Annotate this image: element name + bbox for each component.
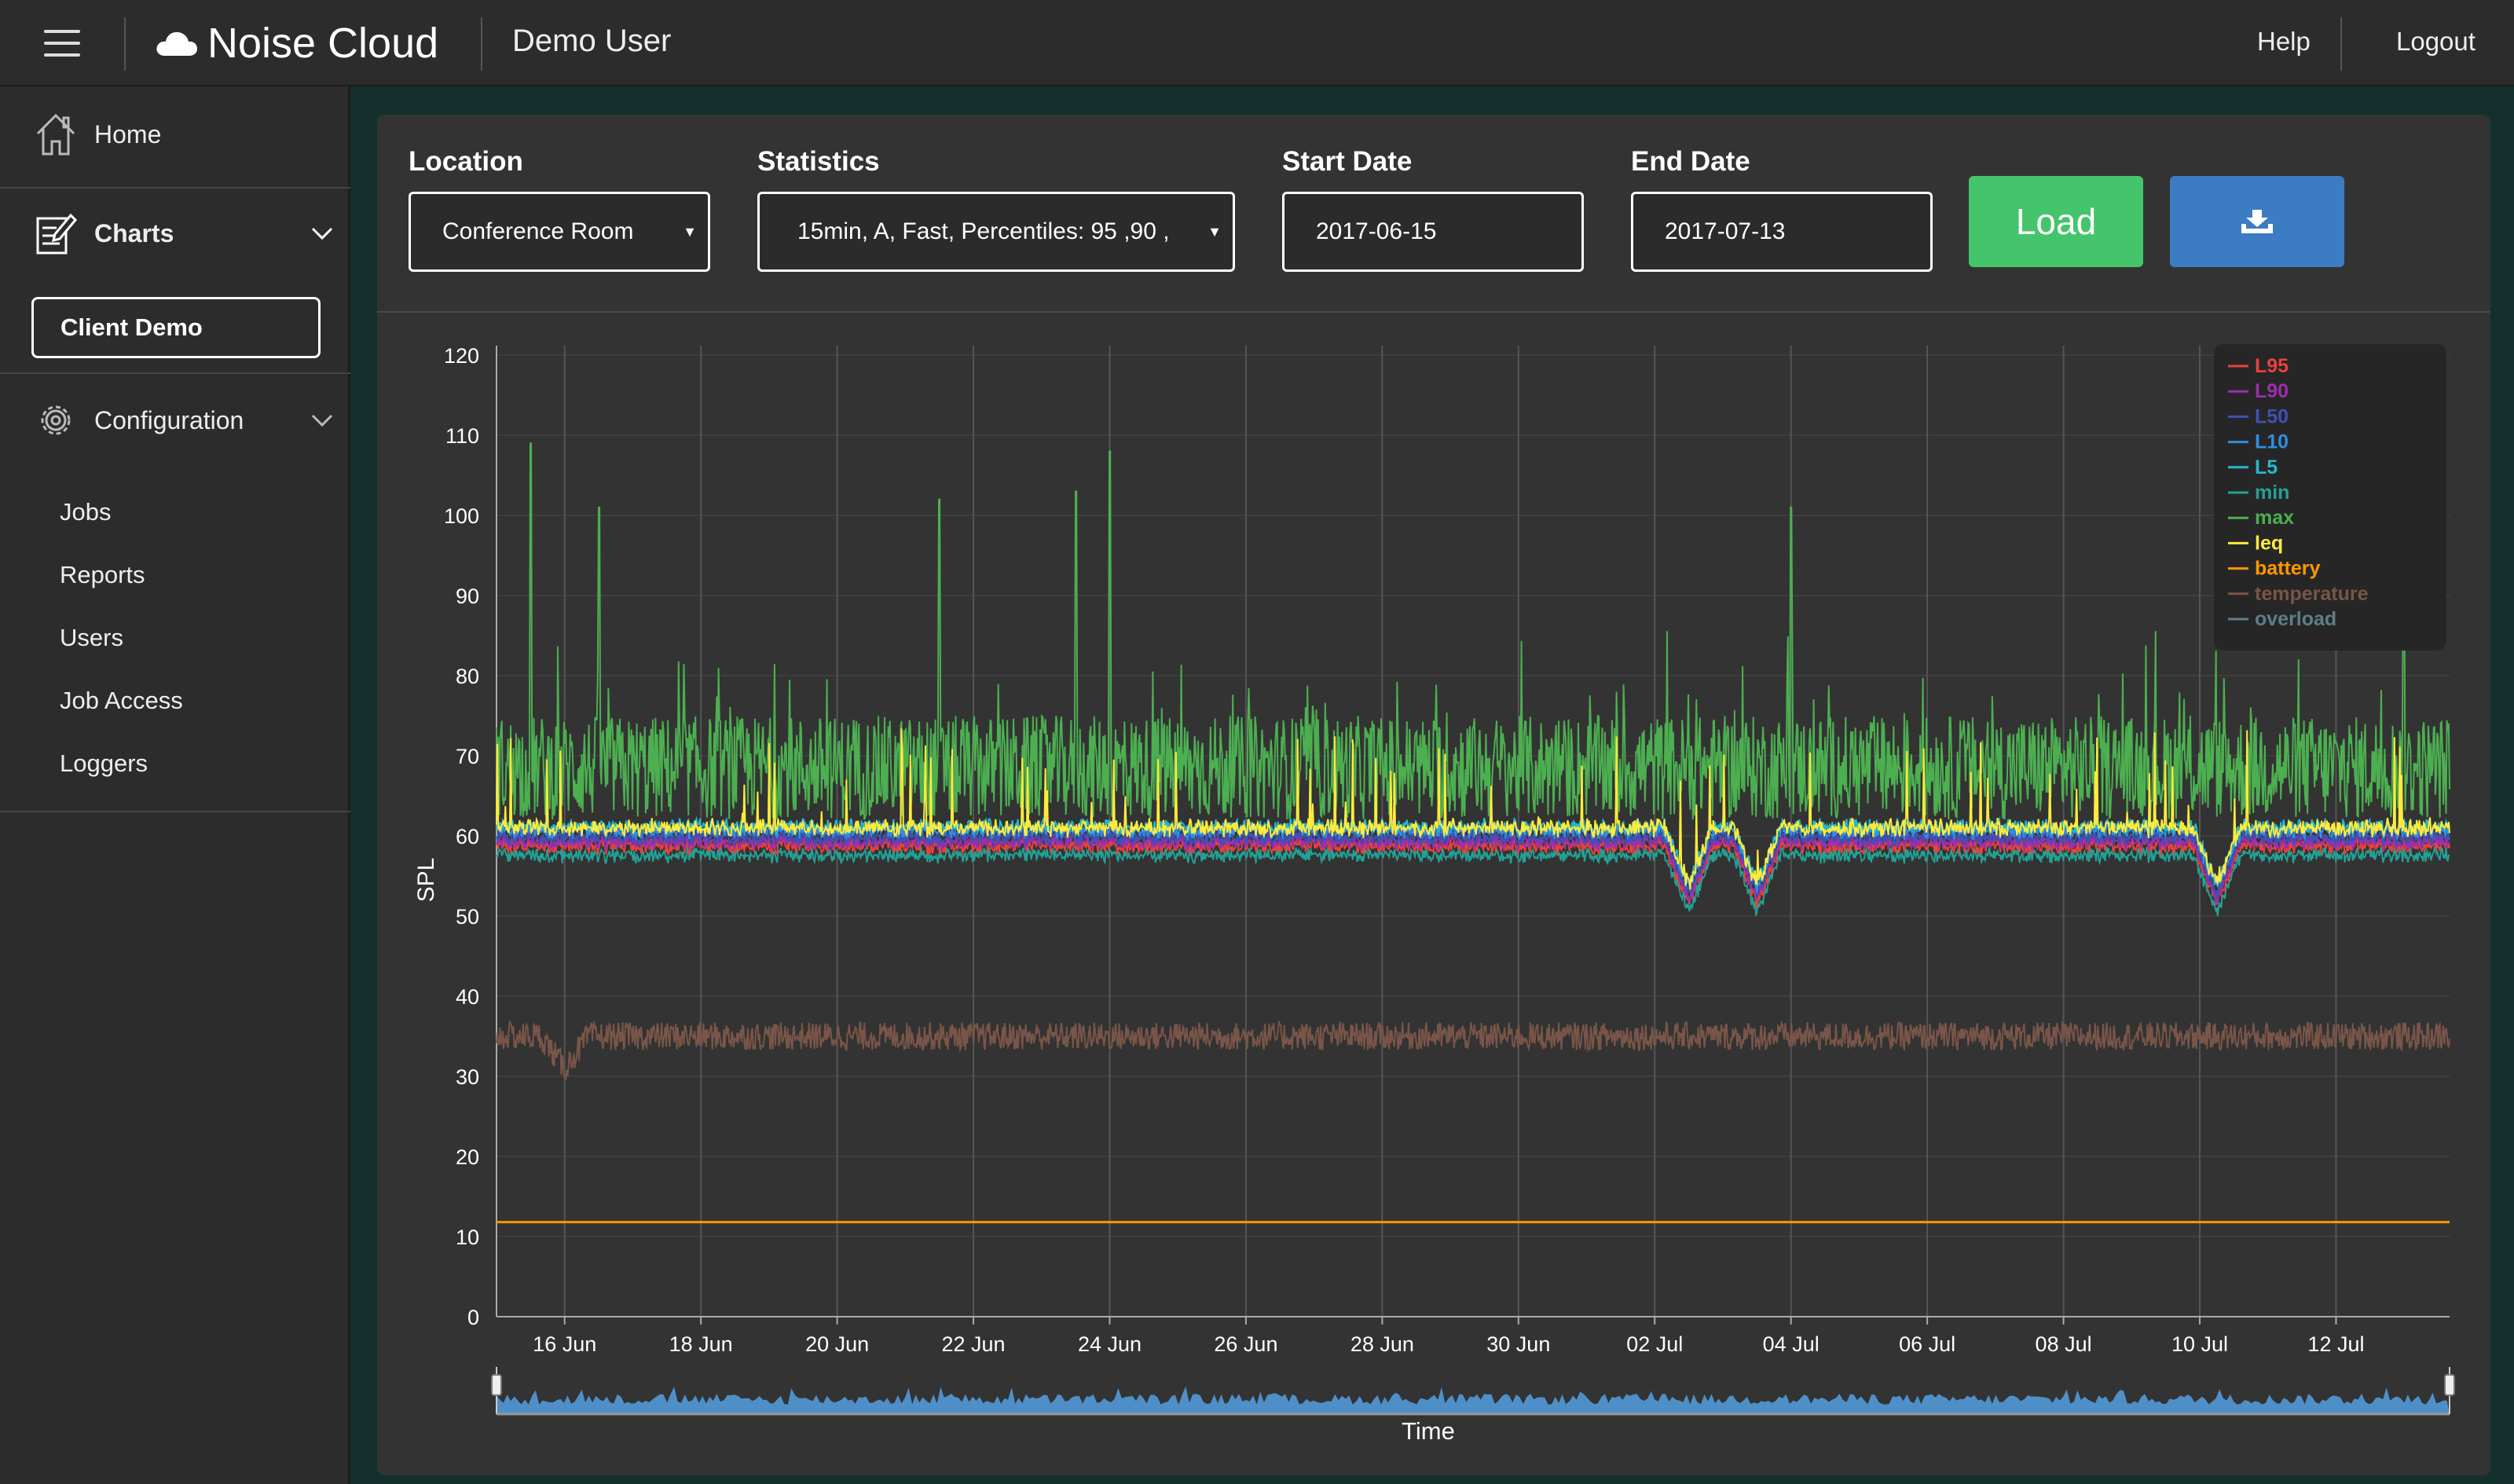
brand-name: Noise Cloud (207, 20, 439, 67)
navbar-divider (481, 17, 482, 71)
navbar-divider (124, 17, 126, 71)
client-demo-button[interactable]: Client Demo (31, 297, 321, 358)
sidebar-divider (0, 811, 350, 812)
top-navbar: Noise Cloud Demo User Help Logout (0, 0, 2514, 86)
sidebar-item-jobs[interactable]: Jobs (60, 498, 111, 526)
load-button[interactable]: Load (1969, 176, 2143, 267)
start-date-label: Start Date (1282, 146, 1413, 177)
sidebar-item-home[interactable]: Home (0, 110, 350, 159)
sidebar-item-charts[interactable]: Charts (0, 209, 350, 258)
sidebar-item-label: Configuration (94, 405, 244, 434)
sidebar-item-users[interactable]: Users (60, 624, 123, 652)
location-label: Location (409, 146, 523, 177)
panel-divider (377, 311, 2490, 313)
location-value: Conference Room (442, 218, 634, 244)
gear-icon (41, 405, 71, 435)
hamburger-menu-icon[interactable] (44, 30, 80, 57)
current-user: Demo User (512, 24, 672, 58)
start-date-value: 2017-06-15 (1316, 218, 1437, 244)
chart-panel (377, 115, 2490, 1475)
navbar-divider (2340, 17, 2342, 71)
sidebar: Home Charts Client Demo Configuration Jo… (0, 86, 350, 1484)
end-date-label: End Date (1631, 146, 1750, 177)
download-icon (2241, 210, 2273, 233)
sidebar-item-job-access[interactable]: Job Access (60, 687, 183, 715)
chevron-down-icon[interactable] (310, 412, 335, 428)
home-icon (36, 113, 75, 156)
chevron-down-icon[interactable] (310, 225, 335, 241)
cloud-icon (156, 31, 197, 56)
help-link[interactable]: Help (2257, 27, 2311, 57)
location-select[interactable]: Conference Room ▼ (409, 192, 710, 272)
sidebar-item-loggers[interactable]: Loggers (60, 749, 148, 778)
caret-down-icon: ▼ (683, 224, 697, 240)
statistics-label: Statistics (757, 146, 880, 177)
sidebar-item-label: Home (94, 119, 162, 148)
statistics-select[interactable]: 15min, A, Fast, Percentiles: 95 ,90 , ▼ (757, 192, 1235, 272)
caret-down-icon: ▼ (1208, 224, 1222, 240)
statistics-value: 15min, A, Fast, Percentiles: 95 ,90 , (797, 218, 1170, 244)
brand[interactable]: Noise Cloud (156, 19, 438, 68)
download-button[interactable] (2170, 176, 2344, 267)
sidebar-item-label: Charts (94, 218, 174, 247)
sidebar-item-reports[interactable]: Reports (60, 561, 145, 589)
logout-link[interactable]: Logout (2396, 27, 2476, 57)
end-date-input[interactable]: 2017-07-13 (1631, 192, 1933, 272)
sidebar-divider (0, 187, 350, 189)
start-date-input[interactable]: 2017-06-15 (1282, 192, 1584, 272)
edit-document-icon (36, 213, 77, 255)
end-date-value: 2017-07-13 (1665, 218, 1786, 244)
sidebar-item-configuration[interactable]: Configuration (0, 396, 350, 445)
sidebar-divider (0, 372, 350, 374)
